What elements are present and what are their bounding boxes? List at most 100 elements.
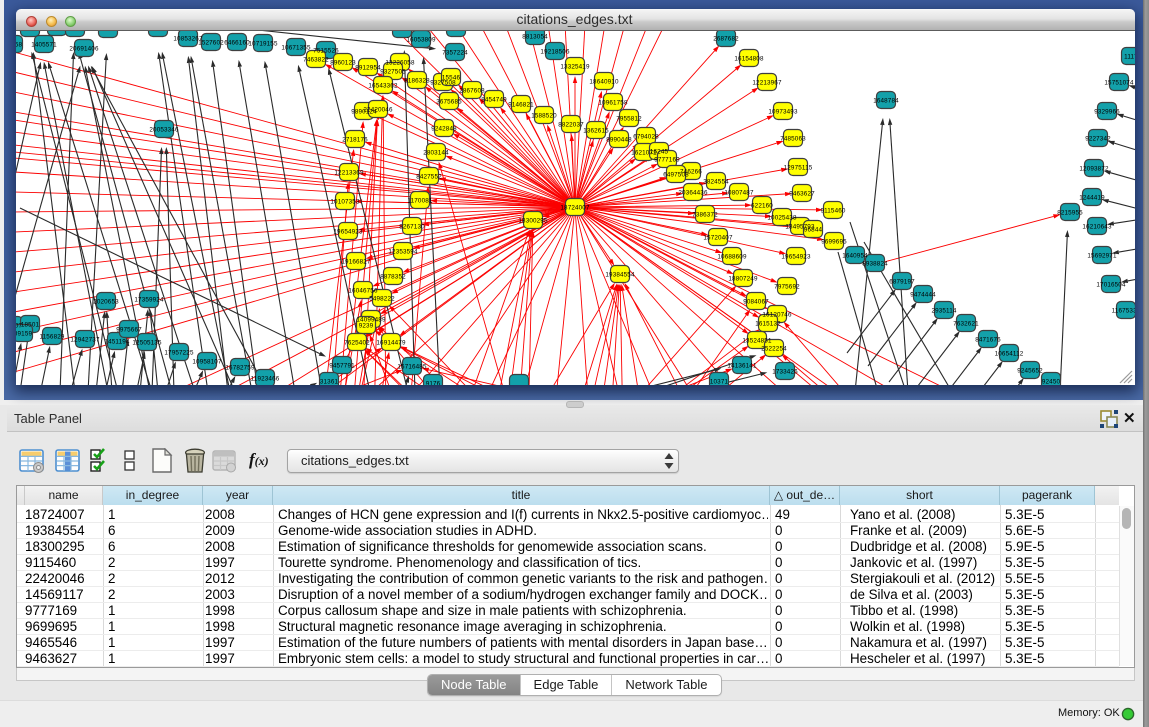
svg-text:9115460: 9115460 [820,208,845,215]
svg-text:8990448: 8990448 [606,137,632,144]
svg-text:1170081: 1170081 [407,198,432,205]
svg-text:8267130: 8267130 [399,224,425,231]
svg-text:39159: 39159 [16,331,32,338]
svg-text:6879197: 6879197 [889,279,915,286]
svg-text:16058: 16058 [16,42,22,49]
svg-text:8215955: 8215955 [1057,210,1083,217]
svg-text:2718176: 2718176 [342,137,368,144]
svg-text:18724007: 18724007 [560,205,590,212]
svg-text:9457791: 9457791 [329,363,355,370]
svg-text:9176: 9176 [426,381,441,386]
svg-text:6466160: 6466160 [224,40,250,47]
svg-text:9245652: 9245652 [1017,368,1043,375]
svg-text:3824554: 3824554 [703,179,729,186]
svg-text:10973493: 10973493 [768,109,798,116]
svg-text:7386372: 7386372 [692,212,718,219]
svg-text:12505135: 12505135 [132,340,162,347]
svg-text:10025438: 10025438 [767,215,797,222]
svg-text:16543362: 16543362 [368,83,398,90]
svg-text:16154808: 16154808 [734,56,764,63]
svg-text:5498222: 5498222 [369,296,395,303]
svg-text:2687682: 2687682 [713,36,739,43]
svg-text:16914479: 16914479 [376,340,406,347]
svg-text:15751074: 15751074 [1104,80,1134,87]
svg-text:10654112: 10654112 [995,351,1024,358]
svg-text:3675685: 3675685 [436,99,462,106]
svg-text:19654923: 19654923 [781,254,811,261]
svg-text:10807487: 10807487 [724,190,754,197]
svg-text:7625402: 7625402 [344,340,370,347]
svg-text:16053809: 16053809 [406,37,436,44]
svg-text:9327505: 9327505 [380,69,406,76]
svg-text:6794028: 6794028 [633,134,659,141]
svg-text:10671355: 10671355 [281,45,311,52]
svg-text:17359924: 17359924 [134,297,164,304]
svg-text:10958107: 10958107 [192,359,222,366]
svg-text:18807249: 18807249 [728,276,758,283]
svg-text:14136141: 14136141 [727,363,757,370]
svg-text:31361: 31361 [320,379,339,386]
svg-text:22420046: 22420046 [363,107,393,114]
svg-text:15546: 15546 [442,75,461,82]
svg-text:9699695: 9699695 [821,239,847,246]
svg-text:2803144: 2803144 [423,150,449,157]
svg-text:19654923: 19654923 [333,229,363,236]
svg-text:7632621: 7632621 [953,321,979,328]
svg-text:2935114: 2935114 [931,308,956,315]
svg-text:12213967: 12213967 [752,80,782,87]
svg-text:8822037: 8822037 [558,122,584,129]
svg-text:1405571: 1405571 [31,42,57,49]
svg-text:8813054: 8813054 [522,34,548,41]
svg-text:8960123: 8960123 [330,60,356,67]
svg-text:15720407: 15720407 [703,235,733,242]
svg-text:1156829: 1156829 [39,334,64,341]
svg-text:1648784: 1648784 [873,98,899,105]
svg-text:8454749: 8454749 [481,97,507,104]
svg-text:2867608: 2867608 [459,88,485,95]
svg-text:9329966: 9329966 [1094,109,1120,116]
svg-text:92450: 92450 [1042,379,1061,386]
svg-text:17016504: 17016504 [1096,282,1126,289]
svg-text:12213369: 12213369 [334,170,364,177]
svg-text:19218506: 19218506 [540,49,570,56]
svg-text:9474444: 9474444 [910,292,936,299]
svg-text:20053346: 20053346 [149,127,179,134]
svg-text:10961758: 10961758 [598,100,628,107]
svg-text:16245: 16245 [650,149,669,156]
svg-text:18640910: 18640910 [589,79,619,86]
svg-text:96844: 96844 [804,227,823,234]
svg-text:1451194: 1451194 [104,339,129,346]
svg-text:13325419: 13325419 [560,64,590,71]
svg-text:6497508: 6497508 [663,172,689,179]
svg-text:15716485: 15716485 [397,364,427,371]
svg-text:2020653: 2020653 [93,299,119,306]
svg-text:13524851: 13524851 [742,338,772,345]
svg-text:10371: 10371 [710,379,729,386]
svg-text:1244419: 1244419 [1079,195,1105,202]
svg-text:13226058: 13226058 [385,60,415,67]
svg-text:18501: 18501 [21,322,40,329]
svg-text:9463627: 9463627 [789,191,815,198]
svg-text:9242848: 9242848 [431,126,457,133]
svg-text:8878352: 8878352 [380,274,406,281]
svg-text:12975115: 12975115 [784,165,813,172]
svg-text:7357224: 7357224 [442,50,468,57]
svg-text:9227342: 9227342 [1085,136,1111,143]
svg-text:9777169: 9777169 [654,157,680,164]
svg-text:10688609: 10688609 [717,254,747,261]
svg-text:16782759: 16782759 [225,365,255,372]
svg-text:1362615: 1362615 [583,128,609,135]
svg-text:1117: 1117 [1124,54,1135,61]
svg-text:7955812: 7955812 [616,116,642,123]
svg-text:19166827: 19166827 [341,259,371,266]
svg-text:9146821: 9146821 [508,102,534,109]
svg-text:19384554: 19384554 [605,272,635,279]
svg-text:16120746: 16120746 [762,312,792,319]
svg-text:16046756: 16046756 [348,288,378,295]
svg-text:17957225: 17957225 [164,350,194,357]
svg-text:11675335: 11675335 [1112,308,1135,315]
svg-text:8471676: 8471676 [975,337,1001,344]
svg-text:7485063: 7485063 [780,136,806,143]
svg-text:7515526: 7515526 [313,48,339,55]
svg-text:10719155: 10719155 [248,41,278,48]
